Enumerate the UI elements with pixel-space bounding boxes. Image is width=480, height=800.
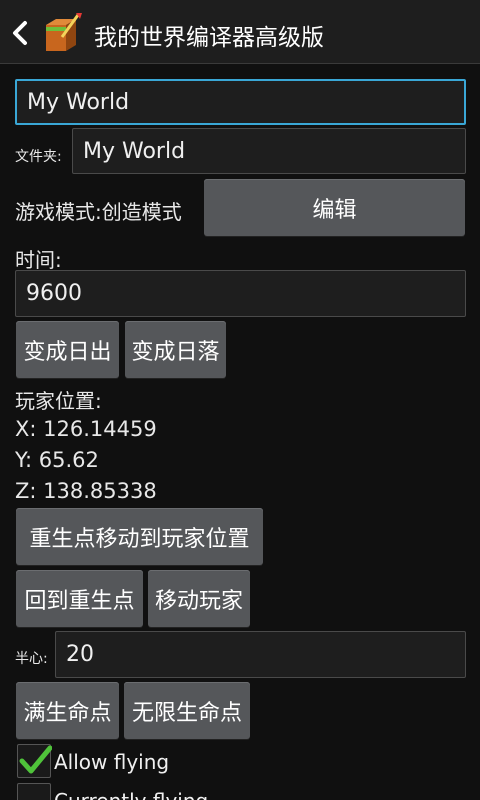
half-heart-label: 半心: <box>15 651 48 667</box>
player-position-label: 玩家位置: <box>15 389 102 413</box>
infinite-health-button[interactable]: 无限生命点 <box>124 682 250 739</box>
sunrise-button[interactable]: 变成日出 <box>16 321 119 378</box>
app-logo-icon <box>46 13 82 51</box>
edit-gamemode-button[interactable]: 编辑 <box>204 179 465 236</box>
checkmark-icon <box>19 745 52 774</box>
player-y: Y: 65.62 <box>15 448 99 472</box>
gamemode-text: 游戏模式:创造模式 <box>15 200 182 224</box>
move-spawn-to-player-button[interactable]: 重生点移动到玩家位置 <box>16 508 263 565</box>
folder-label: 文件夹: <box>15 149 62 165</box>
time-value: 9600 <box>26 281 82 306</box>
player-x: X: 126.14459 <box>15 417 157 441</box>
go-to-spawn-button[interactable]: 回到重生点 <box>16 570 143 627</box>
time-input[interactable]: 9600 <box>15 270 466 317</box>
world-name-value: My World <box>27 89 130 115</box>
move-player-button[interactable]: 移动玩家 <box>148 570 250 627</box>
action-bar: 我的世界编译器高级版 <box>0 0 480 64</box>
sunset-button[interactable]: 变成日落 <box>125 321 226 378</box>
allow-flying-label: Allow flying <box>54 750 170 774</box>
world-name-input[interactable]: My World <box>15 79 466 125</box>
app-title: 我的世界编译器高级版 <box>94 25 324 51</box>
time-label: 时间: <box>15 248 62 272</box>
full-health-button[interactable]: 满生命点 <box>16 682 119 739</box>
folder-input[interactable]: My World <box>72 128 466 174</box>
currently-flying-checkbox[interactable] <box>17 783 51 800</box>
health-input[interactable]: 20 <box>55 631 466 678</box>
currently-flying-label: Currently flying <box>54 789 208 800</box>
allow-flying-checkbox[interactable] <box>17 744 52 778</box>
editor-form: My World 文件夹: My World 游戏模式:创造模式 编辑 时间: … <box>0 64 480 800</box>
health-value: 20 <box>66 642 94 667</box>
folder-value: My World <box>83 138 186 164</box>
back-arrow-icon[interactable] <box>10 20 30 46</box>
player-z: Z: 138.85338 <box>15 479 157 503</box>
